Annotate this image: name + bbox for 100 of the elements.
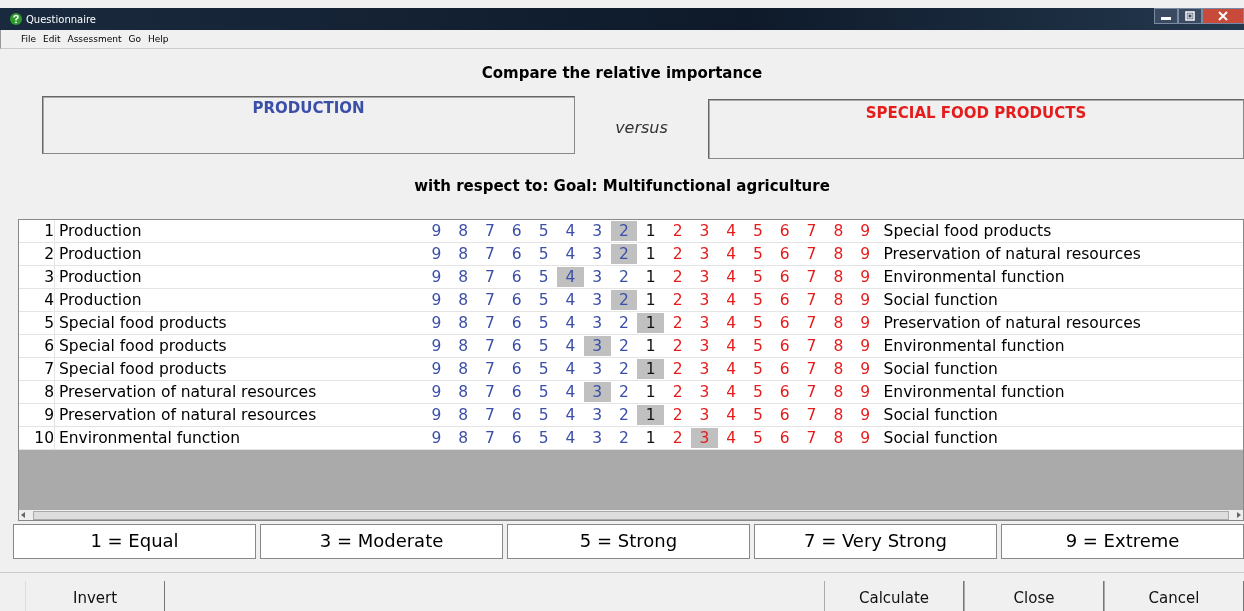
scale-option[interactable]: 6 — [503, 427, 531, 448]
scale-option[interactable]: 8 — [449, 289, 477, 310]
scale-option[interactable]: 4 — [557, 289, 584, 310]
scale-option[interactable]: 6 — [503, 312, 531, 333]
scale-option[interactable]: 1 — [637, 289, 665, 310]
scale-option[interactable]: 7 — [798, 220, 825, 241]
minimize-button[interactable] — [1154, 8, 1178, 24]
scale-option[interactable]: 3 — [583, 220, 611, 241]
scale-option[interactable]: 3 — [583, 289, 611, 310]
scale-option[interactable]: 9 — [851, 289, 879, 310]
scale-option[interactable]: 4 — [717, 289, 745, 310]
scale-option[interactable]: 2 — [664, 427, 691, 448]
scale-option[interactable]: 8 — [824, 427, 852, 448]
scale-option[interactable]: 8 — [824, 335, 852, 356]
menu-item[interactable]: Help — [148, 34, 169, 44]
scale-option[interactable]: 4 — [717, 312, 745, 333]
scale-option[interactable]: 4 — [717, 220, 745, 241]
scale-option[interactable]: 5 — [744, 335, 772, 356]
scale-option[interactable]: 9 — [851, 427, 879, 448]
scale-option[interactable]: 1 — [637, 243, 665, 264]
scale-option[interactable]: 7 — [476, 335, 504, 356]
scale-option[interactable]: 9 — [423, 289, 450, 310]
scale-option[interactable]: 5 — [744, 312, 772, 333]
scale-option[interactable]: 3 — [690, 381, 718, 402]
scale-option[interactable]: 3 — [690, 266, 718, 287]
scale-option[interactable]: 8 — [824, 220, 852, 241]
scale-option[interactable]: 6 — [503, 220, 531, 241]
scale-option[interactable]: 3 — [583, 404, 611, 425]
scale-option[interactable]: 6 — [771, 312, 799, 333]
scale-option[interactable]: 1 — [637, 335, 665, 356]
scale-option[interactable]: 4 — [717, 266, 745, 287]
scale-option[interactable]: 8 — [449, 358, 477, 379]
scale-option[interactable]: 5 — [530, 427, 557, 448]
scale-option[interactable]: 7 — [798, 427, 825, 448]
scale-option[interactable]: 6 — [503, 381, 531, 402]
scale-option[interactable]: 9 — [423, 266, 450, 287]
scale-option[interactable]: 4 — [717, 243, 745, 264]
scale-option[interactable]: 3 — [583, 266, 611, 287]
scale-option[interactable]: 7 — [476, 220, 504, 241]
scale-option[interactable]: 3 — [583, 358, 611, 379]
scale-option[interactable]: 7 — [476, 358, 504, 379]
scale-option[interactable]: 9 — [851, 358, 879, 379]
scale-option[interactable]: 8 — [824, 404, 852, 425]
scale-option[interactable]: 4 — [717, 335, 745, 356]
scale-option[interactable]: 9 — [423, 404, 450, 425]
scale-option[interactable]: 1 — [637, 312, 665, 333]
horizontal-scrollbar[interactable] — [19, 510, 1243, 520]
scale-option[interactable]: 3 — [690, 335, 718, 356]
scale-option[interactable]: 9 — [851, 404, 879, 425]
scale-option[interactable]: 9 — [423, 427, 450, 448]
scale-option[interactable]: 5 — [744, 289, 772, 310]
scale-option[interactable]: 8 — [824, 358, 852, 379]
menu-item[interactable]: Go — [128, 34, 141, 44]
scale-option[interactable]: 4 — [557, 358, 584, 379]
close-button[interactable] — [1202, 8, 1244, 24]
scale-option[interactable]: 8 — [449, 404, 477, 425]
scale-option[interactable]: 5 — [530, 381, 557, 402]
scale-option[interactable]: 5 — [530, 220, 557, 241]
dialog-button[interactable]: Calculate — [824, 581, 964, 611]
scale-option[interactable]: 8 — [449, 335, 477, 356]
scale-option[interactable]: 2 — [664, 243, 691, 264]
scale-option[interactable]: 3 — [690, 312, 718, 333]
scale-option[interactable]: 2 — [610, 427, 638, 448]
scale-option[interactable]: 2 — [610, 312, 638, 333]
scale-option[interactable]: 7 — [798, 266, 825, 287]
scale-option[interactable]: 6 — [503, 266, 531, 287]
scale-option[interactable]: 2 — [664, 289, 691, 310]
scale-option[interactable]: 3 — [690, 243, 718, 264]
scale-option[interactable]: 4 — [557, 220, 584, 241]
scale-option[interactable]: 5 — [530, 404, 557, 425]
scale-option[interactable]: 3 — [583, 312, 611, 333]
scale-option[interactable]: 2 — [664, 404, 691, 425]
scale-option[interactable]: 4 — [557, 312, 584, 333]
scale-option[interactable]: 4 — [557, 243, 584, 264]
scale-option[interactable]: 3 — [583, 427, 611, 448]
scale-option[interactable]: 6 — [771, 243, 799, 264]
scale-option[interactable]: 7 — [476, 381, 504, 402]
scale-option[interactable]: 2 — [610, 243, 638, 264]
scale-option[interactable]: 2 — [664, 358, 691, 379]
scale-option[interactable]: 8 — [449, 381, 477, 402]
scale-option[interactable]: 5 — [744, 358, 772, 379]
scale-option[interactable]: 2 — [610, 266, 638, 287]
scale-option[interactable]: 1 — [637, 404, 665, 425]
scale-option[interactable]: 3 — [690, 404, 718, 425]
scale-option[interactable]: 4 — [557, 404, 584, 425]
scale-option[interactable]: 8 — [824, 266, 852, 287]
scale-option[interactable]: 8 — [824, 381, 852, 402]
scale-option[interactable]: 1 — [637, 381, 665, 402]
scale-option[interactable]: 8 — [449, 312, 477, 333]
scale-option[interactable]: 3 — [583, 335, 611, 356]
scale-option[interactable]: 6 — [771, 220, 799, 241]
scale-option[interactable]: 2 — [664, 381, 691, 402]
scale-option[interactable]: 1 — [637, 427, 665, 448]
scale-option[interactable]: 6 — [771, 427, 799, 448]
scale-option[interactable]: 5 — [530, 358, 557, 379]
scale-option[interactable]: 7 — [798, 289, 825, 310]
scale-option[interactable]: 6 — [503, 243, 531, 264]
scale-option[interactable]: 8 — [824, 243, 852, 264]
scale-option[interactable]: 9 — [851, 312, 879, 333]
scale-option[interactable]: 4 — [717, 381, 745, 402]
